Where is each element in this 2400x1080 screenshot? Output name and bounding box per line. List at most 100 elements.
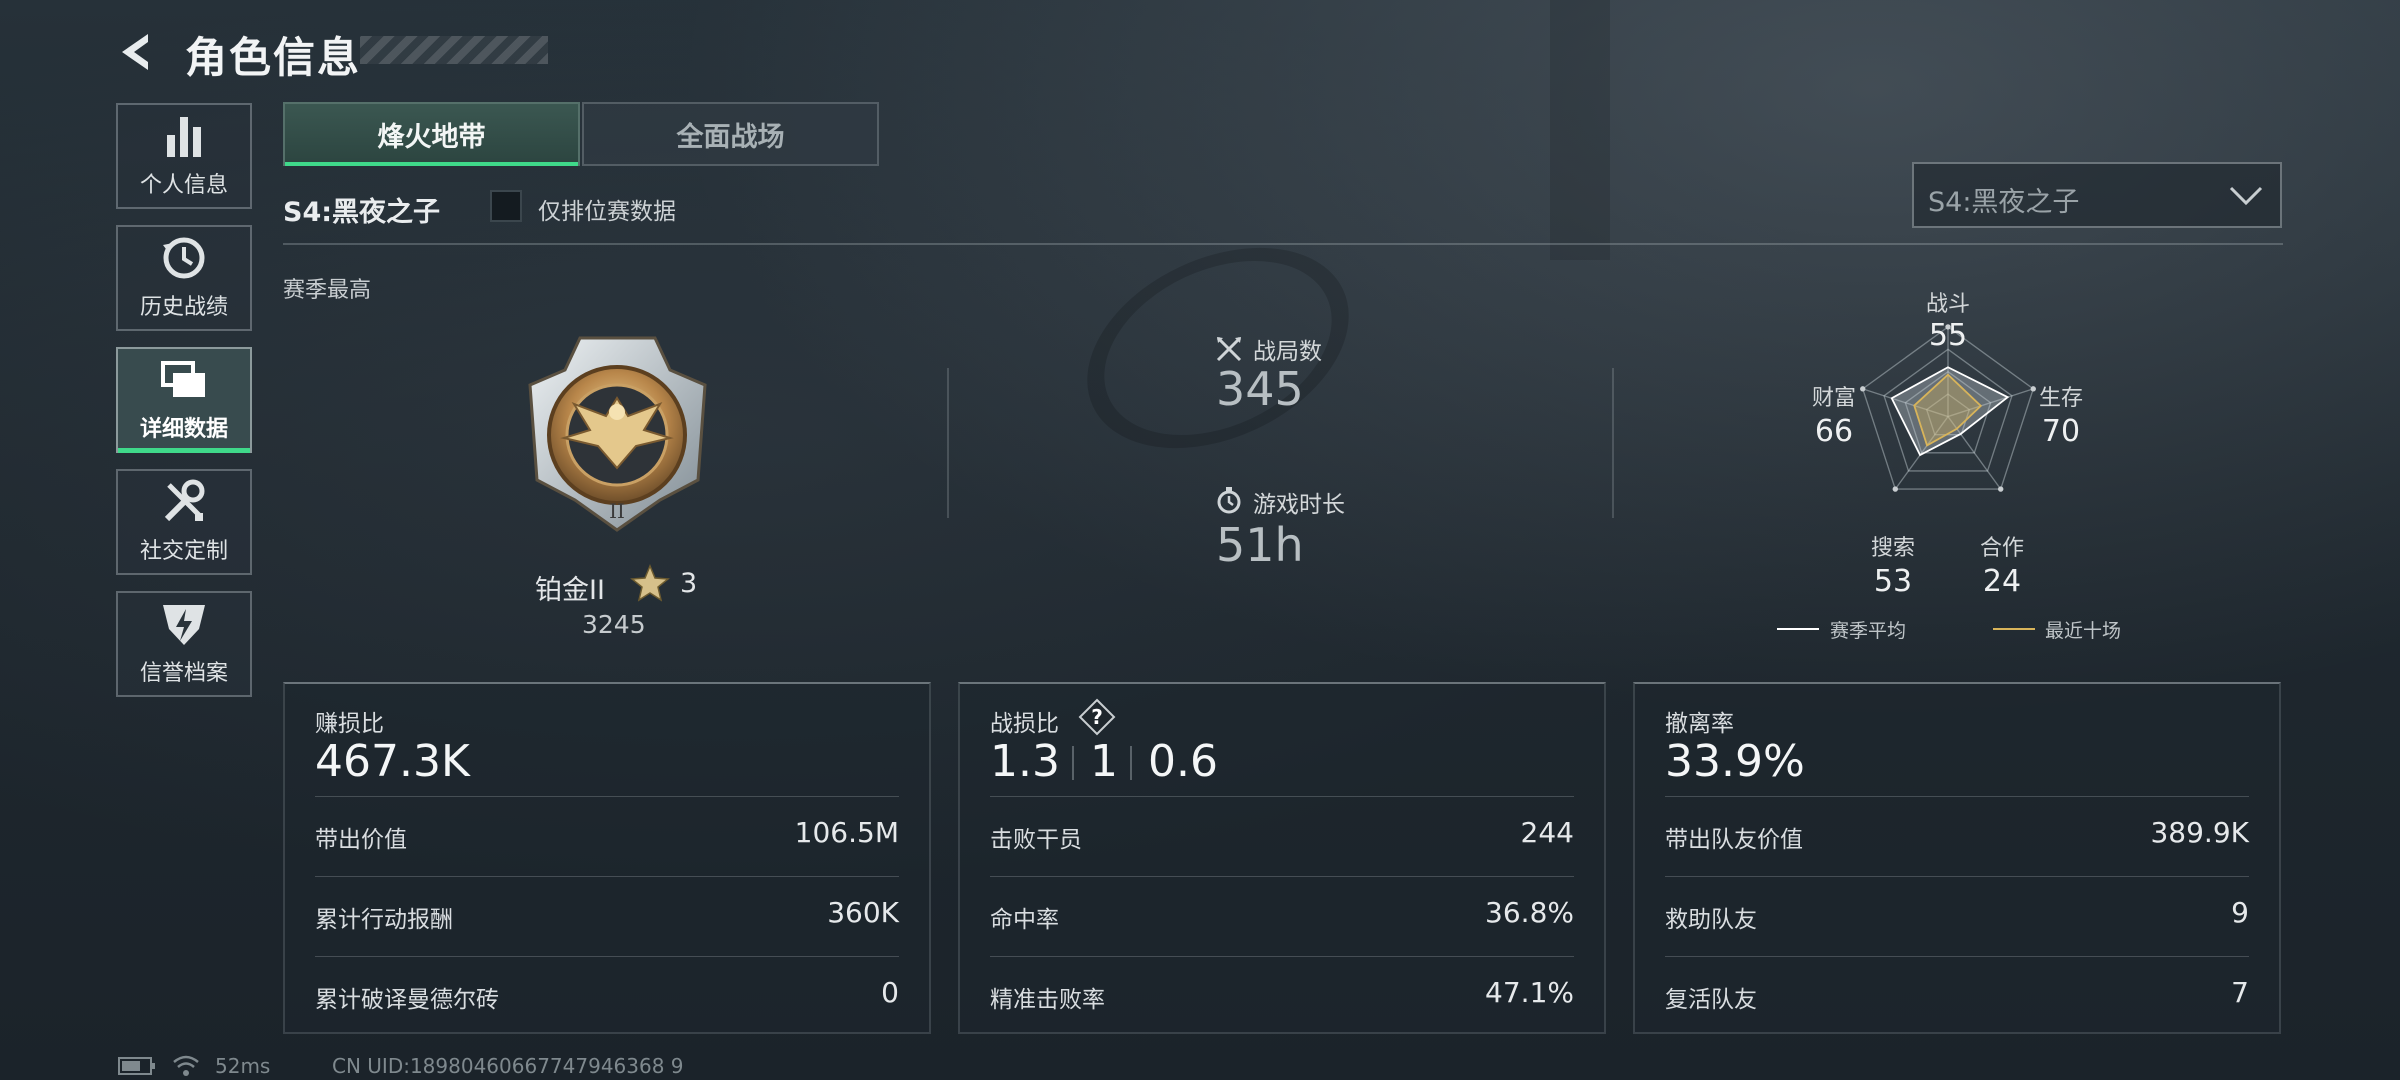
play-time-value: 51h	[1216, 518, 1304, 572]
divider	[1130, 746, 1132, 780]
stat-row-label: 累计破译曼德尔砖	[315, 987, 499, 1013]
radar-axis-value: 55	[1928, 318, 1968, 353]
rank-score: 3245	[582, 610, 646, 639]
stat-row-value: 244	[1520, 816, 1574, 849]
stat-row-label: 救助队友	[1665, 907, 1757, 933]
season-label: S4:黑夜之子	[283, 197, 441, 228]
kd-value: 1.3	[990, 736, 1060, 787]
stat-row-value: 0	[881, 976, 899, 1009]
season-dropdown[interactable]: S4:黑夜之子	[1912, 162, 2282, 228]
stat-row-value: 47.1%	[1485, 976, 1574, 1009]
folders-icon	[161, 361, 205, 397]
back-arrow-icon[interactable]	[112, 28, 160, 76]
page-title: 角色信息	[185, 33, 362, 82]
kd-value: 0.6	[1148, 736, 1218, 787]
help-icon[interactable]: ?	[1078, 698, 1116, 736]
history-clock-icon	[163, 237, 205, 279]
sidebar-item-label: 个人信息	[139, 173, 228, 198]
sidebar-item-personal-info[interactable]: 个人信息	[116, 103, 252, 209]
radar-axis-label: 搜索	[1870, 536, 1915, 561]
legend-swatch-recent-ten	[1993, 628, 2035, 630]
divider	[315, 956, 899, 957]
card-header-label: 撤离率	[1665, 711, 1734, 737]
user-uid: CN UID:18980460667747946368 9	[332, 1054, 684, 1078]
radar-axis-label: 生存	[2038, 386, 2083, 411]
stat-card-kd-ratio: 战损比 ? 1.3 1 0.6 击败干员 244 命中率 36.8% 精准击败率…	[958, 682, 1606, 1034]
sidebar-item-label: 信誉档案	[139, 661, 228, 686]
battery-icon	[118, 1057, 155, 1075]
radar-axis-dot	[1998, 486, 2004, 492]
card-header-value: 467.3K	[315, 736, 470, 787]
stat-row-value: 106.5M	[794, 816, 899, 849]
stat-row-label: 命中率	[990, 907, 1059, 933]
divider	[315, 876, 899, 877]
shield-bolt-icon	[163, 605, 205, 645]
stat-row-label: 带出队友价值	[1665, 827, 1803, 853]
star-icon	[630, 564, 670, 602]
stat-row-value: 7	[2231, 976, 2249, 1009]
sidebar-item-label: 详细数据	[139, 417, 228, 442]
wrench-screwdriver-icon	[164, 479, 205, 522]
stat-row-value: 9	[2231, 896, 2249, 929]
ranked-only-label[interactable]: 仅排位赛数据	[538, 192, 676, 226]
wifi-icon	[173, 1055, 199, 1076]
rank-stars-count: 3	[680, 568, 698, 599]
kd-value: 1	[1090, 736, 1118, 787]
stat-row-label: 复活队友	[1665, 987, 1757, 1013]
divider	[1072, 746, 1074, 780]
divider	[990, 956, 1574, 957]
crossed-swords-icon	[1216, 336, 1242, 362]
legend-swatch-season-average	[1777, 628, 1819, 630]
radar-axis-label: 战斗	[1925, 292, 1970, 317]
divider	[990, 796, 1574, 797]
chevron-down-icon	[2229, 186, 2263, 206]
card-header-label: 赚损比	[315, 711, 384, 737]
radar-axis-label: 财富	[1811, 386, 1856, 411]
ping-value: 52ms	[215, 1054, 271, 1078]
rank-name: 铂金II	[535, 575, 605, 606]
sidebar-item-label: 社交定制	[139, 539, 228, 564]
stat-row-value: 360K	[827, 896, 899, 929]
card-header-label: 战损比	[990, 711, 1059, 737]
tab-full-battlefield[interactable]: 全面战场	[582, 102, 879, 166]
legend-label: 赛季平均	[1830, 620, 1907, 642]
stat-row-value: 36.8%	[1485, 896, 1574, 929]
radar-axis-value: 70	[2041, 414, 2081, 449]
stat-row-value: 389.9K	[2150, 816, 2249, 849]
sidebar-item-social[interactable]: 社交定制	[116, 469, 252, 575]
svg-text:?: ?	[1091, 705, 1103, 729]
stat-row-label: 累计行动报酬	[315, 907, 453, 933]
card-header-value: 33.9%	[1665, 736, 1805, 787]
radar-axis-label: 合作	[1979, 536, 2024, 561]
play-time-label: 游戏时长	[1253, 492, 1345, 518]
stat-row-label: 精准击败率	[990, 987, 1105, 1013]
ranked-only-checkbox[interactable]	[490, 190, 522, 222]
season-dropdown-value: S4:黑夜之子	[1928, 187, 2080, 218]
games-value: 345	[1216, 362, 1304, 416]
divider	[1665, 956, 2249, 957]
divider	[1665, 796, 2249, 797]
divider	[1665, 876, 2249, 877]
bar-chart-icon	[167, 117, 201, 157]
sidebar-item-detailed-data[interactable]: 详细数据	[116, 347, 252, 453]
sidebar-item-credit[interactable]: 信誉档案	[116, 591, 252, 697]
tab-beacon-zone[interactable]: 烽火地带	[283, 102, 580, 166]
divider	[947, 368, 949, 518]
rank-medal-icon: II	[528, 336, 707, 532]
divider	[283, 243, 2283, 245]
season-best-label: 赛季最高	[283, 278, 372, 303]
divider	[1612, 368, 1614, 518]
divider	[990, 876, 1574, 877]
sidebar-item-history[interactable]: 历史战绩	[116, 225, 252, 331]
svg-text:II: II	[609, 499, 625, 523]
divider	[315, 796, 899, 797]
radar-axis-value: 66	[1814, 414, 1854, 449]
sidebar-item-label: 历史战绩	[139, 295, 228, 320]
stat-row-label: 击败干员	[990, 827, 1082, 853]
radar-axis-value: 53	[1873, 564, 1913, 599]
stat-card-extraction-rate: 撤离率 33.9% 带出队友价值 389.9K 救助队友 9 复活队友 7	[1633, 682, 2281, 1034]
title-decoration	[360, 36, 548, 64]
stopwatch-icon	[1217, 487, 1241, 514]
games-label: 战局数	[1253, 339, 1322, 365]
legend-label: 最近十场	[2045, 620, 2122, 642]
